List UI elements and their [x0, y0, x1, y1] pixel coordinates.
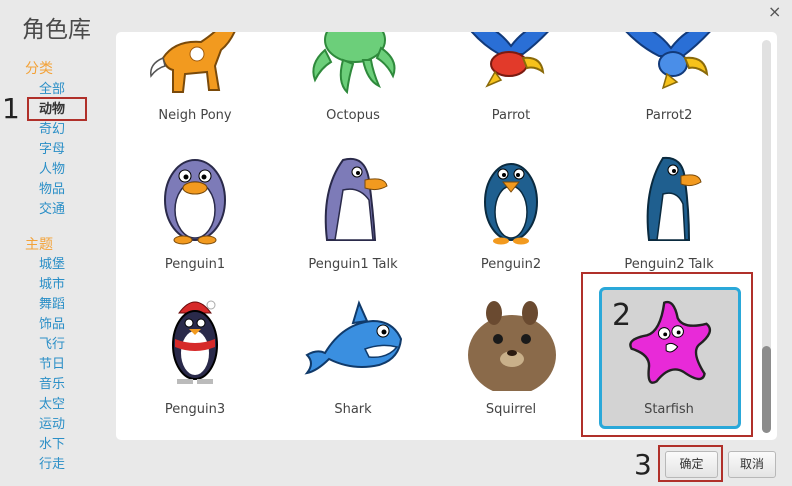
category-people[interactable]: 人物 [39, 162, 65, 178]
sprite-label: Octopus [326, 108, 380, 123]
theme-heading: 主题 [25, 237, 53, 253]
category-heading: 分类 [25, 61, 53, 77]
category-fantasy[interactable]: 奇幻 [39, 122, 65, 138]
close-icon[interactable]: × [768, 2, 781, 21]
parrot-icon [470, 32, 549, 88]
sprite-tile-penguin3[interactable]: Penguin3 [116, 295, 274, 440]
theme-city[interactable]: 城市 [39, 277, 65, 293]
theme-dance[interactable]: 舞蹈 [39, 297, 65, 313]
sprite-label: Parrot2 [645, 108, 693, 123]
ok-button[interactable]: 确定 [665, 451, 718, 478]
step-marker-1: 1 [2, 92, 20, 125]
theme-music[interactable]: 音乐 [39, 377, 65, 393]
scrollbar-thumb[interactable] [762, 346, 771, 433]
pony-icon [150, 32, 236, 93]
sprite-tile-shark[interactable]: Shark [274, 295, 432, 440]
octopus-icon [312, 32, 396, 95]
theme-sports[interactable]: 运动 [39, 417, 65, 433]
theme-underwater[interactable]: 水下 [39, 437, 65, 453]
cancel-button[interactable]: 取消 [728, 451, 776, 478]
squirrel-icon [462, 295, 562, 391]
theme-walking[interactable]: 行走 [39, 457, 65, 473]
sprite-tile-penguin1-talk[interactable]: Penguin1 Talk [274, 150, 432, 295]
parrot-icon [625, 32, 711, 90]
penguin-icon [324, 158, 388, 241]
penguin-icon [172, 300, 218, 384]
theme-holiday[interactable]: 节日 [39, 357, 65, 373]
sprite-label: Penguin1 Talk [308, 257, 398, 272]
theme-castle[interactable]: 城堡 [39, 257, 65, 273]
theme-space[interactable]: 太空 [39, 397, 65, 413]
category-all[interactable]: 全部 [39, 82, 65, 98]
sprite-label: Penguin3 [164, 402, 226, 417]
penguin-icon [646, 156, 702, 241]
category-sidebar: 分类 全部 动物 奇幻 字母 人物 物品 交通 主题 城堡 城市 舞蹈 饰品 飞… [0, 0, 110, 486]
sprite-label: Neigh Pony [158, 108, 232, 123]
selected-sprite-highlight [581, 272, 753, 437]
sprite-label: Shark [334, 402, 372, 417]
sprite-tile-penguin2[interactable]: Penguin2 [432, 150, 590, 295]
sprite-label: Penguin2 [480, 257, 542, 272]
step-marker-3: 3 [634, 448, 652, 481]
category-transport[interactable]: 交通 [39, 202, 65, 218]
penguin-icon [484, 163, 538, 245]
sprite-label: Penguin2 Talk [624, 257, 714, 272]
shark-icon [304, 300, 403, 375]
theme-dress-up[interactable]: 饰品 [39, 317, 65, 333]
step-marker-2: 2 [612, 298, 632, 333]
category-letters[interactable]: 字母 [39, 142, 65, 158]
penguin-icon [164, 159, 226, 245]
theme-flying[interactable]: 飞行 [39, 337, 65, 353]
sprite-tile-penguin1[interactable]: Penguin1 [116, 150, 274, 295]
selected-category-highlight [27, 97, 87, 121]
sprite-label: Penguin1 [164, 257, 226, 272]
sprite-label: Squirrel [485, 402, 537, 417]
category-things[interactable]: 物品 [39, 182, 65, 198]
sprite-tile-squirrel[interactable]: Squirrel [432, 295, 590, 440]
sprite-label: Parrot [491, 108, 531, 123]
